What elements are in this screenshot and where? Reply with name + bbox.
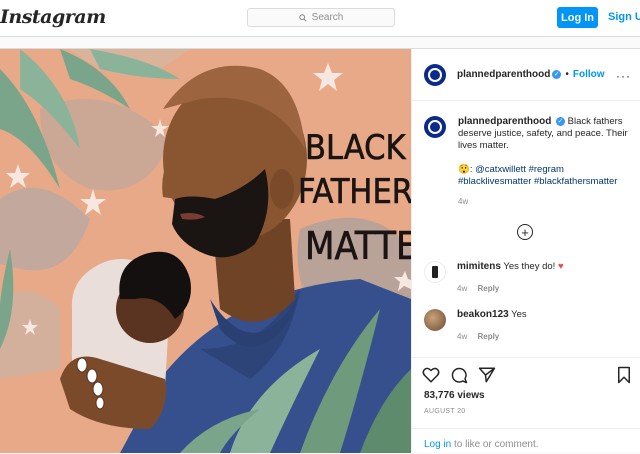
planned-parenthood-logo-icon	[428, 120, 442, 134]
artwork-word-2: FATHERS	[298, 172, 411, 212]
comment-text: Yes they do!	[503, 261, 556, 272]
post-image[interactable]: BLACK FATHERS MATTER	[0, 49, 411, 453]
login-prompt: Log in to like or comment.	[412, 428, 640, 454]
comment-time[interactable]: 4w	[457, 284, 467, 293]
signup-link[interactable]: Sign Up	[608, 11, 640, 23]
login-button[interactable]: Log In	[557, 7, 598, 28]
verified-badge-icon: ✓	[555, 116, 565, 126]
artwork-word-3: MATTER	[305, 224, 411, 268]
planned-parenthood-logo-icon	[428, 67, 442, 82]
post-header: plannedparenthood ✓ • Follow ···	[412, 49, 640, 101]
caption-avatar[interactable]	[424, 116, 446, 138]
reply-button[interactable]: Reply	[477, 284, 499, 293]
caption-emoji: 😲	[458, 164, 470, 175]
heart-emoji-icon: ♥	[557, 261, 564, 272]
comment-bubble-icon[interactable]	[450, 366, 468, 384]
search-icon	[298, 13, 307, 22]
comment-username[interactable]: mimitens	[457, 261, 501, 272]
caption-username[interactable]: plannedparenthood	[458, 116, 551, 127]
author-avatar[interactable]	[424, 63, 446, 86]
artwork-word-1: BLACK	[305, 128, 406, 168]
save-bookmark-icon[interactable]	[615, 366, 633, 384]
search-input[interactable]: Search	[247, 8, 395, 27]
illustration: BLACK FATHERS MATTER	[0, 49, 411, 453]
search-placeholder: Search	[311, 12, 344, 23]
instagram-logo[interactable]: Instagram	[0, 6, 106, 28]
separator-dot: •	[565, 69, 569, 80]
comment-avatar[interactable]	[424, 309, 446, 331]
share-send-icon[interactable]	[478, 366, 496, 384]
post-caption: plannedparenthood ✓ Black fathers deserv…	[424, 116, 634, 208]
comment-item: mimitens Yes they do! ♥ 4w Reply	[424, 261, 564, 295]
verified-badge-icon: ✓	[552, 70, 562, 79]
comment-username[interactable]: beakon123	[457, 309, 509, 320]
reply-button[interactable]: Reply	[477, 332, 499, 341]
caption-time[interactable]: 4w	[458, 196, 634, 208]
post-actions: 83,776 views AUGUST 20 Log in to like or…	[412, 357, 640, 453]
like-heart-icon[interactable]	[422, 366, 440, 384]
comment-avatar[interactable]	[424, 261, 446, 283]
login-link[interactable]: Log in	[424, 439, 451, 450]
more-options-icon[interactable]: ···	[616, 69, 631, 83]
author-username[interactable]: plannedparenthood	[457, 69, 550, 80]
caption-mention[interactable]: @catxwillett	[475, 164, 526, 175]
load-more-comments-icon[interactable]: +	[517, 224, 533, 240]
follow-button[interactable]: Follow	[573, 69, 605, 80]
login-prompt-text: to like or comment.	[451, 439, 539, 450]
comment-item: beakon123 Yes 4w Reply	[424, 309, 527, 343]
post-card: BLACK FATHERS MATTER plannedparenthood ✓…	[0, 48, 640, 453]
post-sidebar: plannedparenthood ✓ • Follow ··· planned…	[411, 49, 640, 453]
view-count[interactable]: 83,776 views	[424, 390, 485, 401]
post-date[interactable]: AUGUST 20	[424, 408, 465, 415]
top-navbar: Instagram Search Log In Sign Up	[0, 0, 640, 37]
comment-time[interactable]: 4w	[457, 332, 467, 341]
comment-text: Yes	[511, 309, 527, 320]
